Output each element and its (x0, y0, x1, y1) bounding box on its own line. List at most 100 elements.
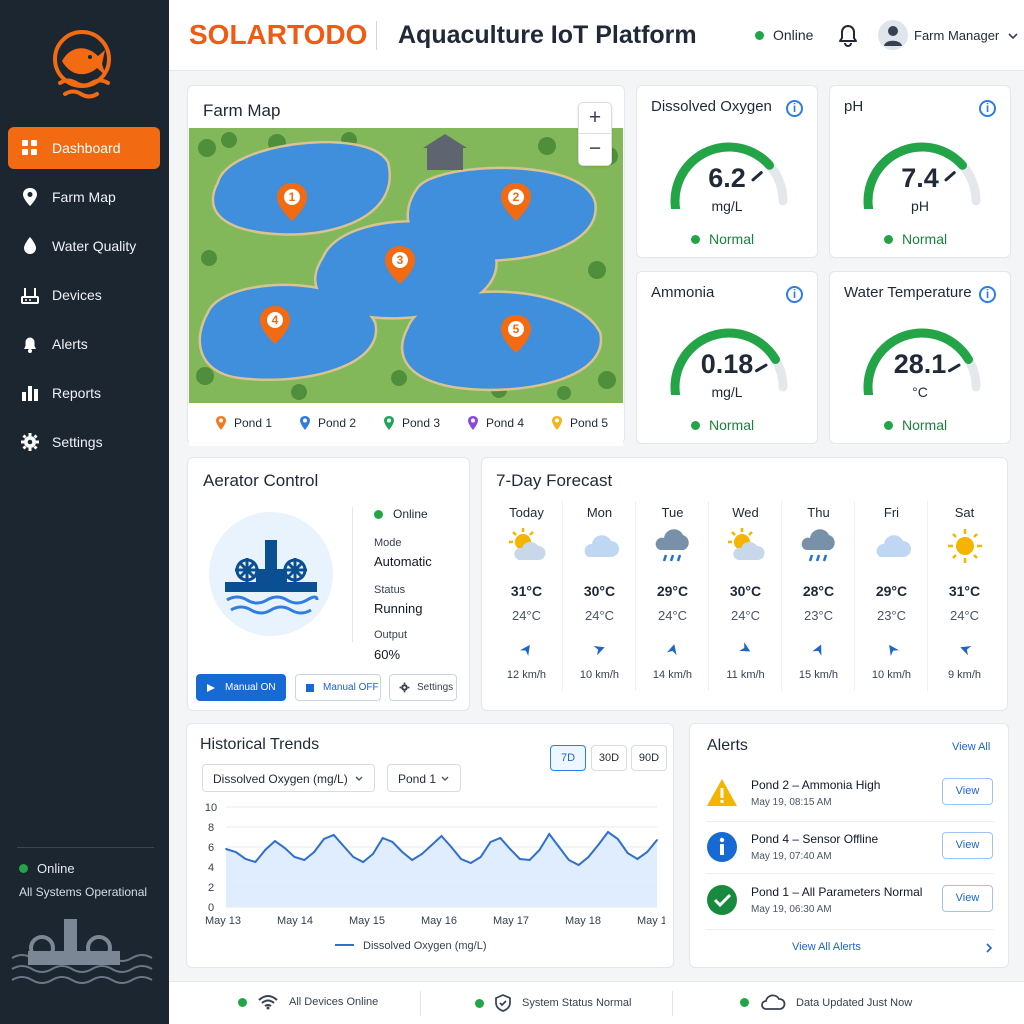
forecast-low-temp: 24°C (511, 608, 542, 623)
info-icon[interactable]: i (979, 100, 996, 117)
status-dot (755, 30, 764, 40)
user-name: Farm Manager (914, 28, 1000, 43)
data-point (313, 851, 316, 853)
sidebar-online-status: Online (19, 859, 75, 877)
x-tick-label: May 16 (421, 915, 457, 927)
pond-select[interactable]: Pond 1 (387, 764, 461, 792)
view-alert-button[interactable]: View (942, 885, 993, 912)
historical-trends-title: Historical Trends (200, 736, 320, 753)
forecast-high-temp: 30°C (583, 583, 616, 599)
status-dot (691, 234, 700, 244)
zoom-in-button[interactable]: + (579, 103, 611, 134)
forecast-divider (927, 501, 928, 691)
aerator-mode-label: Mode (374, 537, 402, 549)
aerator-title: Aerator Control (203, 471, 319, 490)
map-pin-icon (467, 416, 478, 430)
aerator-control-card: Aerator Control Online Mode Automatic St… (187, 457, 470, 711)
gauge-value: 28.1 (893, 349, 947, 379)
forecast-low-temp: 23°C (803, 608, 834, 623)
forecast-day-label: Wed (732, 505, 759, 520)
alerts-card: Alerts View All Pond 2 – Ammonia High Ma… (689, 723, 1009, 968)
farm-map[interactable]: 1 2 3 4 5 (189, 128, 623, 446)
data-point (450, 846, 453, 848)
gauge-unit: °C (912, 384, 928, 400)
water-drop-icon (20, 236, 40, 256)
data-point (587, 856, 590, 858)
forecast-divider (708, 501, 709, 691)
wifi-icon (258, 995, 278, 1010)
check-icon (707, 885, 737, 915)
map-pin-icon (383, 416, 394, 430)
gauge-status-label: Normal (709, 231, 755, 247)
sidebar-item-devices[interactable]: Devices (8, 274, 160, 316)
forecast-high-temp: 29°C (875, 583, 908, 599)
forecast-day-label: Tue (661, 505, 684, 520)
svg-text:4: 4 (272, 313, 279, 327)
info-icon[interactable]: i (786, 100, 803, 117)
wind-direction-icon (666, 644, 677, 656)
manual-off-button[interactable]: Manual OFF (295, 674, 381, 701)
data-point (528, 859, 531, 861)
view-all-alerts-link[interactable]: View All Alerts (792, 941, 861, 953)
data-point (332, 834, 335, 836)
forecast-divider (854, 501, 855, 691)
status-dot (691, 420, 700, 430)
status-dot (19, 863, 28, 873)
sidebar-item-water-quality[interactable]: Water Quality (8, 225, 160, 267)
forecast-card: 7-Day Forecast Today 31°C 24°C 12 km/h Mon 30… (481, 457, 1008, 711)
data-point (626, 852, 629, 854)
gauge-title: Water Temperature (844, 284, 972, 301)
alert-time: May 19, 07:40 AM (751, 851, 832, 862)
aerator-output-value: 60% (374, 647, 401, 662)
sun-icon (948, 529, 982, 563)
manual-off-label: Manual OFF (323, 682, 379, 693)
forecast-wind-speed: 9 km/h (947, 669, 981, 681)
data-point (430, 844, 433, 846)
user-menu[interactable]: Farm Manager (914, 28, 1019, 43)
gauge-card-ph: pH i 7.4 pH Normal (829, 85, 1011, 258)
range-7d-button[interactable]: 7D (550, 745, 586, 771)
sidebar-item-alerts[interactable]: Alerts (8, 323, 160, 365)
aerator-settings-button[interactable]: Settings (389, 674, 457, 701)
x-tick-label: May 19 (637, 915, 665, 927)
zoom-out-button[interactable]: − (579, 134, 611, 165)
gauge-value: 7.4 (901, 163, 939, 193)
aerator-output-label: Output (374, 629, 408, 641)
historical-trends-card: Historical Trends Dissolved Oxygen (mg/L… (186, 723, 674, 968)
metric-select[interactable]: Dissolved Oxygen (mg/L) (202, 764, 375, 792)
top-bar: SOLARTODO Aquaculture IoT Platform Onlin… (169, 0, 1024, 71)
sidebar-item-dashboard[interactable]: Dashboard (8, 127, 160, 169)
sidebar-item-settings[interactable]: Settings (8, 421, 160, 463)
data-point (411, 859, 414, 861)
chevron-right-icon[interactable] (984, 943, 994, 953)
data-point (499, 837, 502, 839)
gauge-title: Dissolved Oxygen (651, 98, 772, 115)
view-alert-button[interactable]: View (942, 778, 993, 805)
data-point (264, 849, 267, 851)
view-alert-button[interactable]: View (942, 832, 993, 859)
range-30d-button[interactable]: 30D (591, 745, 627, 771)
gauge-status-label: Normal (709, 417, 755, 433)
stop-icon (306, 683, 314, 692)
gauge-title: pH (844, 98, 864, 115)
user-avatar-icon[interactable] (878, 20, 908, 50)
range-90d-button[interactable]: 90D (631, 745, 667, 771)
sidebar-item-reports[interactable]: Reports (8, 372, 160, 414)
info-icon[interactable]: i (979, 286, 996, 303)
sidebar-item-farm-map[interactable]: Farm Map (8, 176, 160, 218)
view-all-link[interactable]: View All (952, 741, 990, 753)
bell-icon[interactable] (836, 22, 860, 48)
data-point (293, 856, 296, 858)
forecast-title: 7-Day Forecast (496, 471, 613, 490)
forecast-divider (562, 501, 563, 691)
manual-on-button[interactable]: Manual ON (196, 674, 286, 701)
forecast-wind-speed: 14 km/h (652, 669, 693, 681)
wind-direction-icon (593, 646, 605, 656)
info-icon[interactable]: i (786, 286, 803, 303)
svg-text:2: 2 (513, 190, 520, 204)
status-dot (475, 998, 484, 1008)
forecast-day-label: Sat (954, 505, 975, 520)
farm-map-card: Farm Map 1 2 3 4 5 + − Pond 1 Pond 2 Pon… (187, 85, 625, 446)
brand-logo-text[interactable]: SOLARTODO (189, 19, 367, 51)
shield-icon (495, 994, 511, 1012)
